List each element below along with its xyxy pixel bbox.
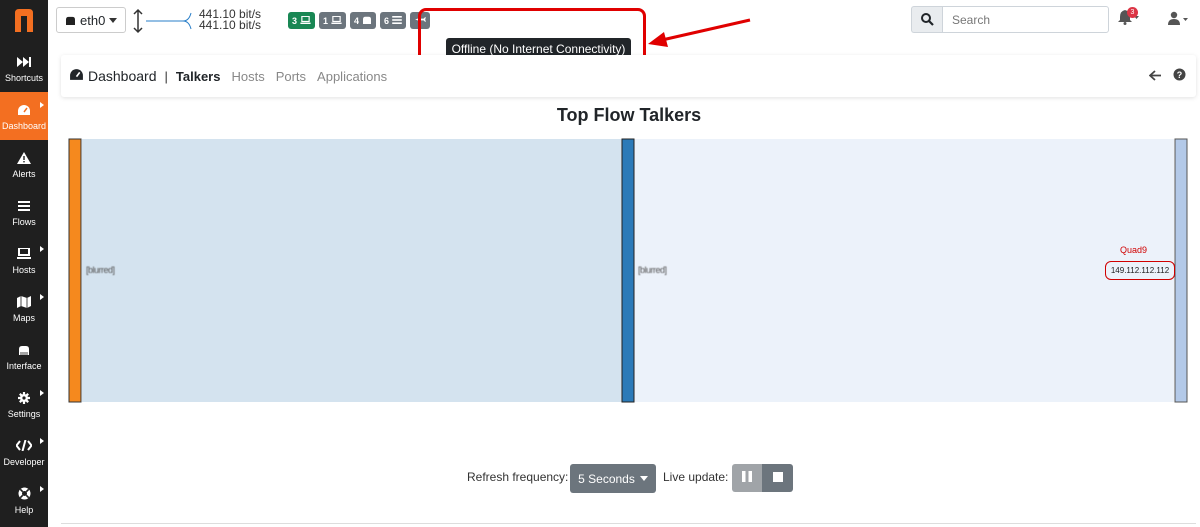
tab-hosts[interactable]: Hosts [231, 69, 264, 84]
badge-count: 1 [323, 15, 329, 26]
target-node-name: Quad9 [1120, 245, 1148, 255]
caret-right-icon [40, 438, 44, 444]
sankey-link-right [634, 139, 1174, 402]
chart-title: Top Flow Talkers [556, 105, 702, 125]
ethernet-icon [362, 16, 372, 26]
badge-count: 6 [384, 15, 390, 26]
notifications-count-badge: 3 [1127, 7, 1138, 18]
sidebar-item-alerts[interactable]: Alerts [0, 140, 48, 188]
back-arrow-icon[interactable] [1148, 69, 1161, 84]
page-title: Dashboard [88, 68, 157, 84]
sidebar-item-hosts[interactable]: Hosts [0, 236, 48, 284]
breadcrumb-separator: | [164, 68, 168, 84]
sankey-node-source [68, 138, 82, 403]
live-update-label: Live update: [663, 470, 729, 484]
divider [61, 523, 1196, 524]
sidebar-item-label: Maps [12, 312, 35, 323]
caret-right-icon [40, 486, 44, 492]
interface-name: eth0 [80, 12, 106, 28]
list-icon [392, 15, 402, 26]
sidebar-item-label: Interface [6, 360, 42, 371]
badge-count: 4 [354, 15, 360, 26]
status-badges: 3 1 4 6 [288, 12, 431, 29]
download-speed: 441.10 bit/s [199, 18, 262, 32]
source-node-label[interactable]: [blurred] [86, 265, 115, 275]
local-hosts-badge[interactable]: 3 [288, 12, 316, 29]
sidebar-item-developer[interactable]: Developer [0, 428, 48, 476]
sankey-node-middle [621, 138, 635, 403]
badge-count: 3 [292, 15, 298, 26]
devices-badge[interactable]: 4 [350, 12, 377, 29]
throughput-readout[interactable]: 441.10 bit/s 441.10 bit/s [199, 8, 262, 32]
refresh-frequency-dropdown[interactable]: 5 Seconds [570, 464, 656, 493]
refresh-frequency-label: Refresh frequency: [467, 470, 569, 484]
help-icon[interactable]: ? [1173, 68, 1186, 84]
map-icon [17, 294, 31, 310]
sankey-link-left [82, 139, 622, 402]
sidebar-item-label: Shortcuts [4, 72, 44, 83]
chevron-down-icon [109, 17, 118, 23]
sankey-diagram [68, 138, 1190, 410]
tab-applications[interactable]: Applications [317, 69, 387, 84]
laptop-icon [331, 15, 342, 26]
sidebar-item-label: Flows [12, 216, 36, 227]
sidebar-item-settings[interactable]: Settings [0, 380, 48, 428]
code-icon [16, 438, 32, 454]
sidebar-item-label: Settings [7, 408, 41, 419]
sidebar-item-flows[interactable]: Flows [0, 188, 48, 236]
middle-node-label[interactable]: [blurred] [638, 265, 667, 275]
pause-button[interactable] [732, 464, 762, 492]
sidebar: Shortcuts Dashboard Alerts Flows Hosts M… [0, 0, 48, 527]
sidebar-item-label: Developer [3, 456, 45, 467]
tab-ports[interactable]: Ports [276, 69, 306, 84]
stop-icon [772, 469, 783, 487]
list-icon [18, 198, 30, 214]
search-icon[interactable] [911, 6, 943, 33]
sidebar-item-shortcuts[interactable]: Shortcuts [0, 44, 48, 92]
ethernet-icon [18, 342, 30, 358]
user-menu-icon[interactable] [1168, 11, 1190, 30]
caret-right-icon [40, 246, 44, 252]
interface-select[interactable]: eth0 [56, 7, 126, 33]
gauge-icon [69, 68, 84, 84]
chevron-down-icon [639, 476, 648, 481]
pause-icon [742, 469, 752, 487]
svg-text:?: ? [1177, 70, 1183, 80]
annotation-arrow [640, 14, 755, 53]
tab-talkers[interactable]: Talkers [176, 69, 221, 84]
warning-icon [17, 150, 31, 166]
breadcrumb: Dashboard | Talkers Hosts Ports Applicat… [61, 55, 1196, 97]
target-node-ip[interactable]: 149.112.112.112 [1105, 261, 1175, 280]
traffic-arrows-icon [131, 8, 197, 39]
ethernet-icon [65, 13, 76, 28]
refresh-frequency-value: 5 Seconds [578, 471, 635, 486]
laptop-icon [300, 15, 311, 26]
laptop-icon [17, 246, 31, 262]
remote-hosts-badge[interactable]: 1 [319, 12, 347, 29]
sidebar-item-label: Help [14, 504, 34, 515]
flows-badge[interactable]: 6 [380, 12, 407, 29]
caret-right-icon [40, 390, 44, 396]
search-input[interactable] [942, 6, 1109, 33]
sidebar-item-help[interactable]: Help [0, 476, 48, 524]
sidebar-item-maps[interactable]: Maps [0, 284, 48, 332]
caret-right-icon [40, 294, 44, 300]
lifebuoy-icon [18, 486, 31, 502]
ntopng-logo[interactable] [0, 0, 48, 40]
fast-forward-icon [17, 54, 31, 70]
sankey-node-target [1174, 138, 1188, 403]
sidebar-item-interface[interactable]: Interface [0, 332, 48, 380]
gear-icon [18, 390, 30, 406]
sidebar-item-label: Hosts [12, 264, 36, 275]
stop-button[interactable] [762, 464, 793, 492]
sidebar-item-label: Alerts [12, 168, 36, 179]
